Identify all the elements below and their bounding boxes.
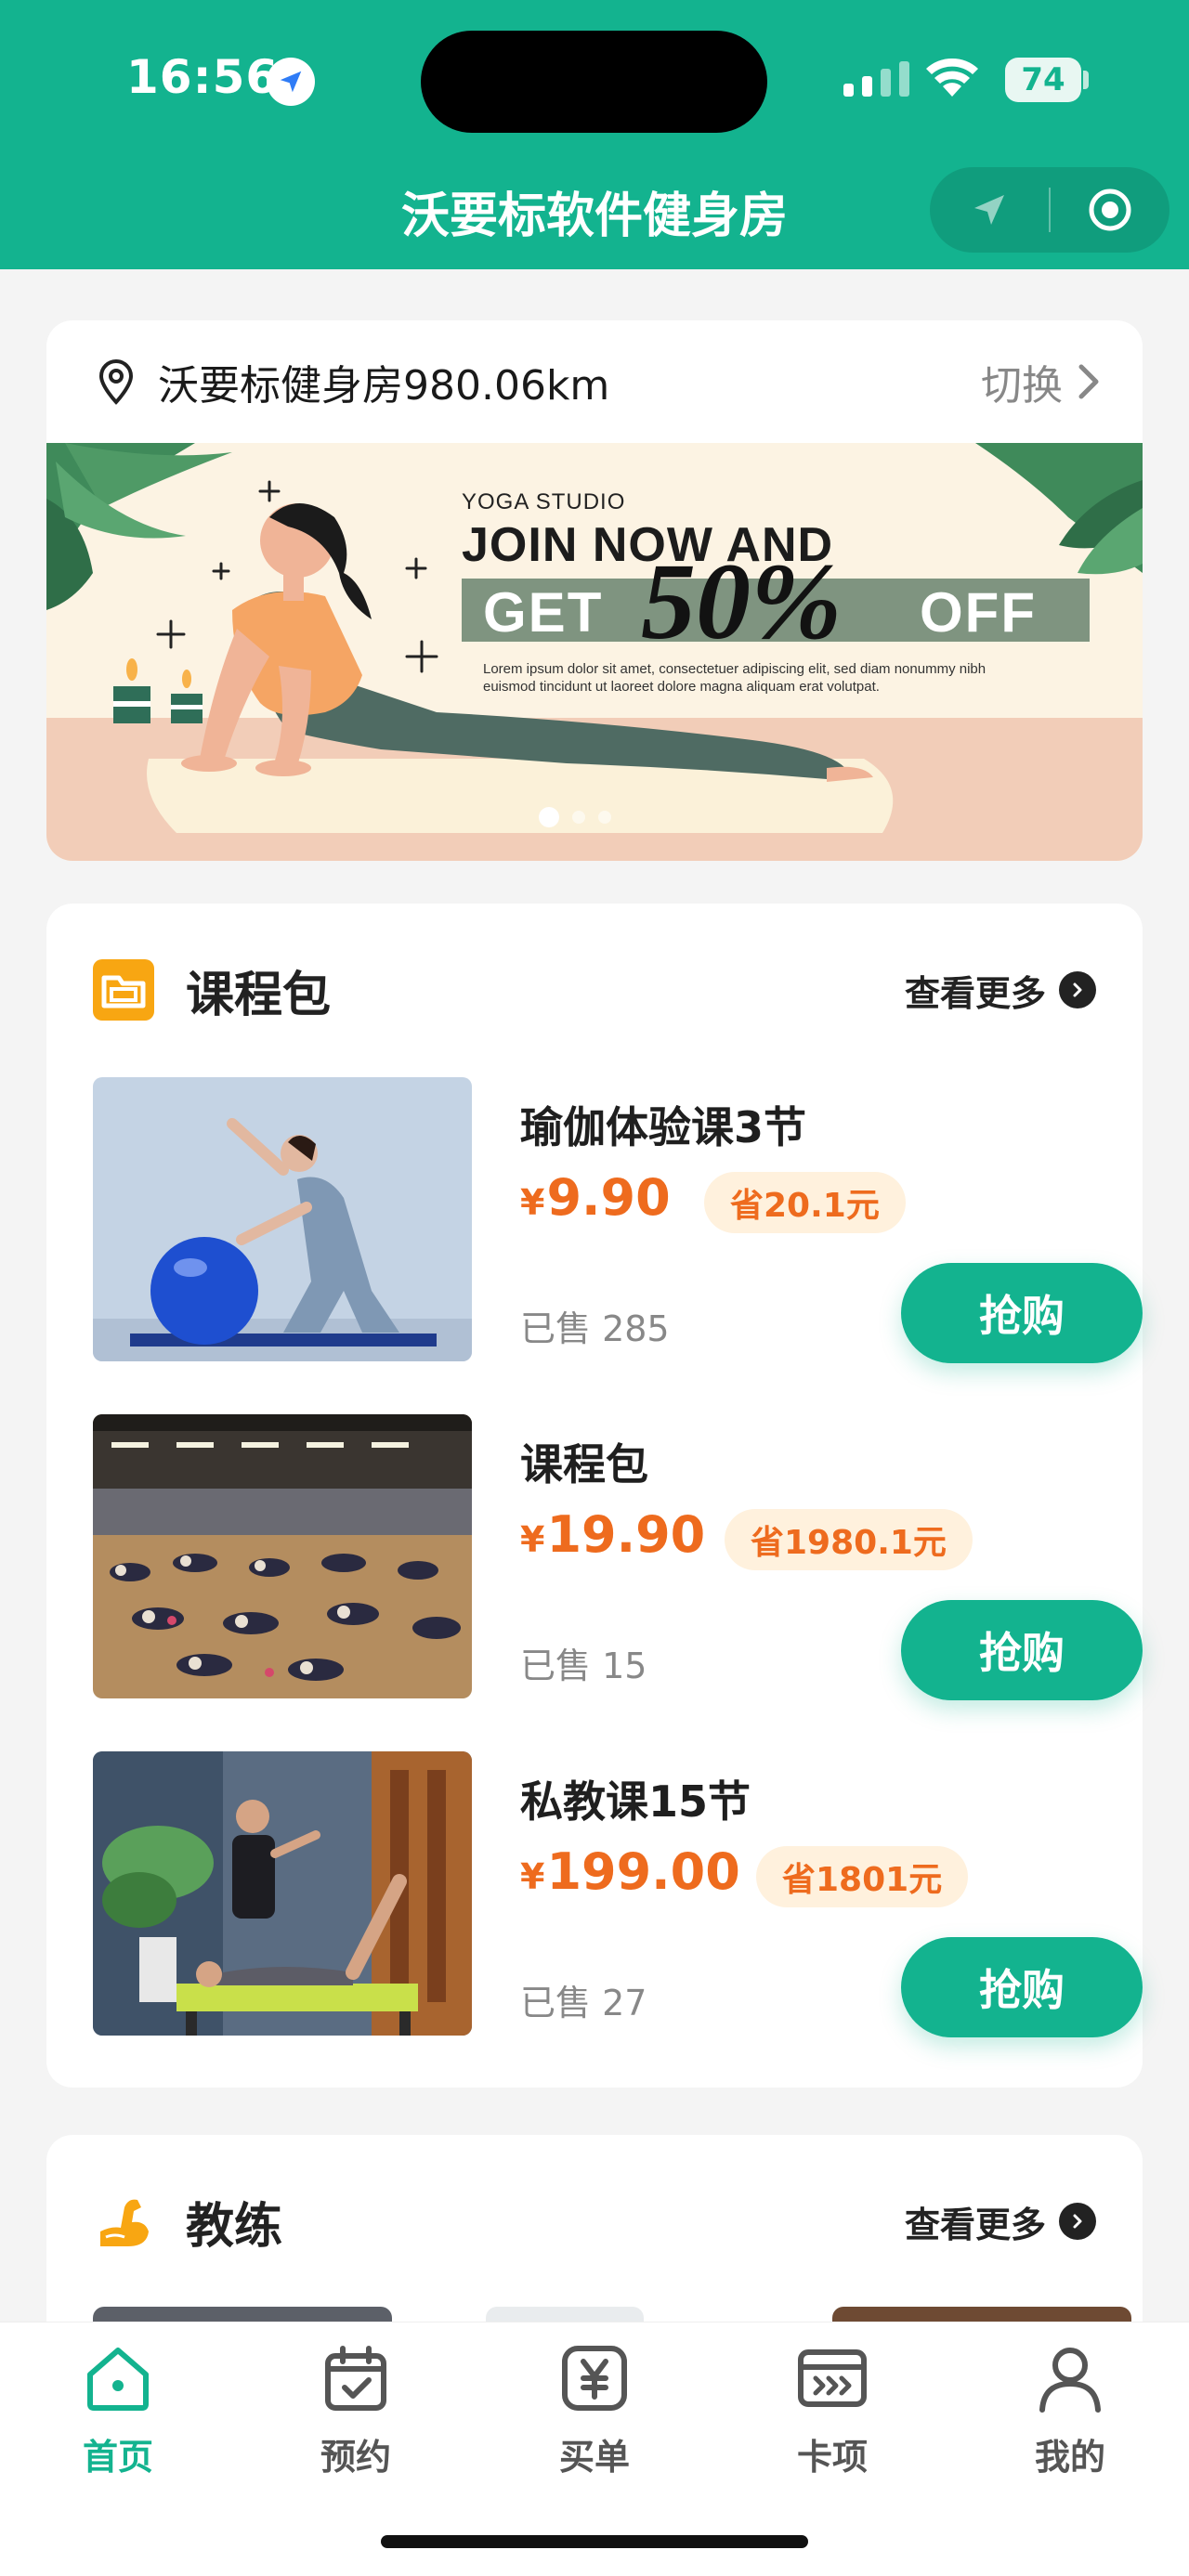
course-item[interactable]: 瑜伽体验课3节 ¥ 9.90 省20.1元 已售 285 抢购 <box>93 1077 1143 1363</box>
course-name: 瑜伽体验课3节 <box>520 1102 807 1152</box>
store-location-bar[interactable]: 沃要标健身房980.06km 切换 <box>46 320 1143 443</box>
course-item[interactable]: 私教课15节 ¥ 199.00 省1801元 已售 27 抢购 <box>93 1751 1143 2037</box>
battery-icon: 74 <box>1005 58 1081 102</box>
yen-bill-icon <box>557 2341 632 2415</box>
muscle-arm-icon <box>93 2191 154 2252</box>
banner-get-text: GET <box>483 581 604 644</box>
pagination-dot[interactable] <box>539 807 559 827</box>
course-thumbnail[interactable] <box>93 1751 472 2036</box>
course-price: ¥ 19.90 <box>520 1505 705 1564</box>
buy-button[interactable]: 抢购 <box>901 1937 1143 2037</box>
tab-label: 卡项 <box>796 2437 868 2478</box>
tab-booking[interactable]: 预约 <box>263 2341 449 2479</box>
banner-body-text: Lorem ipsum dolor sit amet, consectetuer… <box>483 661 986 695</box>
chevron-right-circle-icon[interactable] <box>1059 971 1096 1008</box>
savings-badge: 省1980.1元 <box>725 1509 973 1570</box>
target-icon <box>1089 189 1131 231</box>
switch-store-link[interactable]: 切换 <box>981 352 1063 411</box>
course-price: ¥ 199.00 <box>520 1842 740 1901</box>
location-services-icon <box>267 58 315 106</box>
sold-count: 已售 27 <box>520 1983 647 2023</box>
course-name: 私教课15节 <box>520 1776 751 1827</box>
tab-cards[interactable]: 卡项 <box>739 2341 925 2479</box>
header: 16:56 74 沃要标软件健身房 <box>0 0 1189 269</box>
course-pack-section: 课程包 查看更多 瑜伽体验课3节 ¥ 9.90 省20.1元 已售 285 抢购… <box>46 904 1143 2088</box>
price-value: 19.90 <box>546 1505 706 1564</box>
tab-label: 首页 <box>82 2437 153 2478</box>
coach-section-title: 教练 <box>186 2198 283 2255</box>
navigation-arrow-icon <box>974 195 1004 225</box>
course-name: 课程包 <box>520 1439 648 1490</box>
pagination-dot[interactable] <box>598 811 611 824</box>
chevron-right-circle-icon[interactable] <box>1059 2203 1096 2240</box>
price-value: 199.00 <box>546 1842 740 1901</box>
currency-symbol: ¥ <box>520 1856 545 1897</box>
course-price: ¥ 9.90 <box>520 1168 671 1227</box>
tab-label: 买单 <box>558 2437 630 2478</box>
calendar-check-icon <box>319 2341 393 2415</box>
banner-percent-text: 50% <box>641 540 843 662</box>
buy-button[interactable]: 抢购 <box>901 1600 1143 1700</box>
tab-label: 我的 <box>1034 2437 1105 2478</box>
mini-program-capsule <box>930 167 1169 253</box>
user-icon <box>1033 2341 1107 2415</box>
course-item[interactable]: 课程包 ¥ 19.90 省1980.1元 已售 15 抢购 <box>93 1414 1143 1700</box>
battery-nub <box>1083 71 1089 89</box>
currency-symbol: ¥ <box>520 1182 545 1223</box>
banner-off-text: OFF <box>920 581 1037 644</box>
dynamic-island <box>421 31 767 133</box>
savings-badge: 省1801元 <box>756 1846 969 1907</box>
wifi-icon <box>926 58 978 97</box>
tab-pay[interactable]: 买单 <box>502 2341 687 2479</box>
course-thumbnail[interactable] <box>93 1414 472 1698</box>
tab-home[interactable]: 首页 <box>25 2341 211 2479</box>
chevron-right-icon <box>1078 364 1099 399</box>
tab-profile[interactable]: 我的 <box>977 2341 1163 2479</box>
sold-count: 已售 15 <box>520 1646 647 1686</box>
signal-icon <box>843 61 909 97</box>
coach-view-more-link[interactable]: 查看更多 <box>905 2196 1046 2247</box>
folder-icon <box>93 959 154 1021</box>
tab-label: 预约 <box>320 2437 391 2478</box>
course-thumbnail[interactable] <box>93 1077 472 1361</box>
card-icon <box>795 2341 869 2415</box>
close-target-button[interactable] <box>1051 167 1169 253</box>
store-name: 沃要标健身房980.06km <box>158 362 610 410</box>
savings-badge: 省20.1元 <box>704 1172 906 1233</box>
home-icon <box>81 2341 155 2415</box>
home-indicator[interactable] <box>381 2535 808 2548</box>
map-pin-icon <box>98 359 134 405</box>
coach-section-header: 教练 查看更多 <box>93 2189 1096 2255</box>
battery-level: 74 <box>1021 61 1065 98</box>
buy-button[interactable]: 抢购 <box>901 1263 1143 1363</box>
banner-studio-text: YOGA STUDIO <box>462 489 626 514</box>
course-section-header: 课程包 查看更多 <box>93 957 1096 1023</box>
price-value: 9.90 <box>546 1168 671 1227</box>
banner-pagination <box>539 807 611 827</box>
navigation-arrow-button[interactable] <box>930 167 1049 253</box>
course-section-title: 课程包 <box>186 967 332 1023</box>
pagination-dot[interactable] <box>572 811 585 824</box>
promo-banner[interactable]: YOGA STUDIO JOIN NOW AND GET 50% OFF Lor… <box>46 443 1143 861</box>
sold-count: 已售 285 <box>520 1308 670 1349</box>
course-view-more-link[interactable]: 查看更多 <box>905 965 1046 1016</box>
status-time: 16:56 <box>126 50 280 104</box>
currency-symbol: ¥ <box>520 1519 545 1560</box>
